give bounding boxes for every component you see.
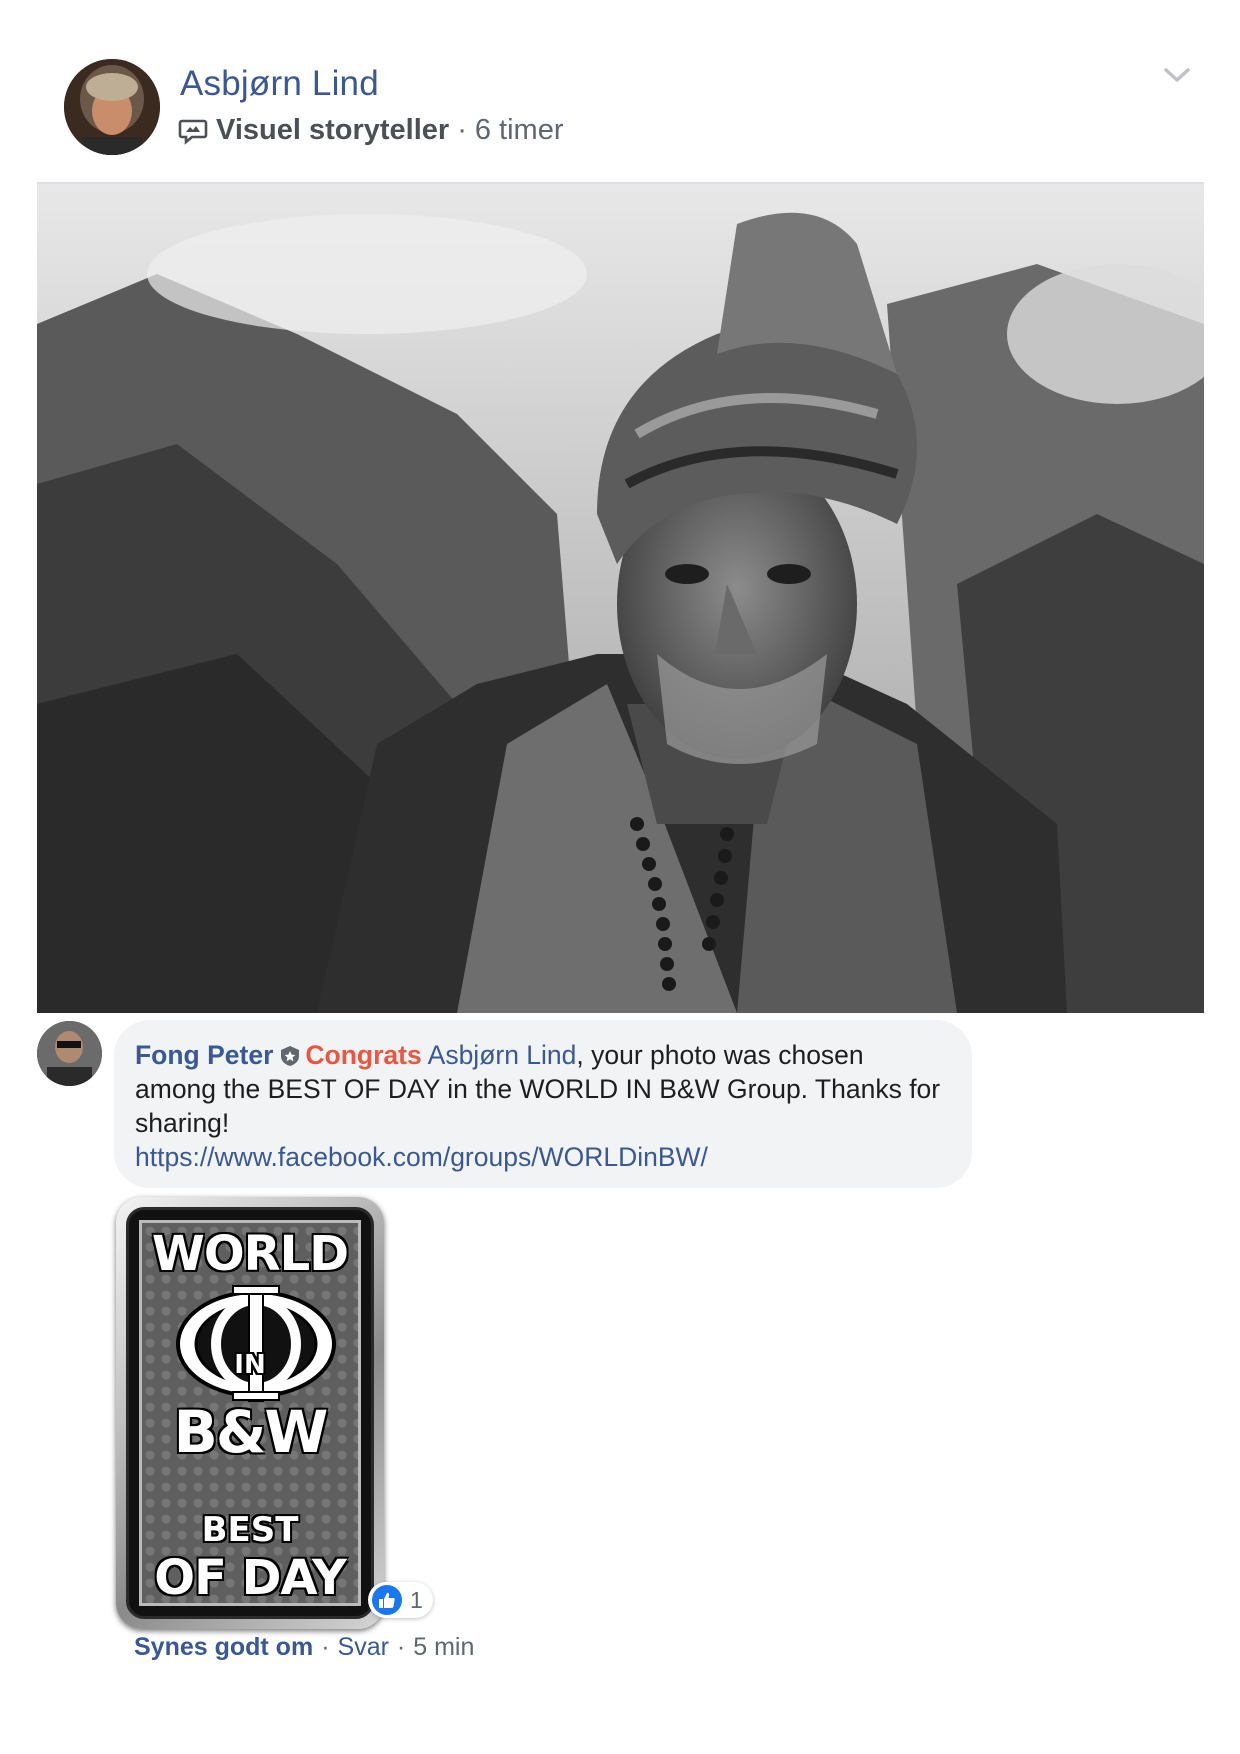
sticker-face: WORLD IN B&W BEST OF DAY [126, 1207, 374, 1619]
commenter-avatar[interactable] [37, 1021, 102, 1086]
actions-separator-2: · [396, 1633, 406, 1661]
reaction-summary[interactable]: 1 [368, 1582, 433, 1618]
actions-separator-1: · [321, 1633, 330, 1661]
speech-bubble-icon [178, 116, 208, 146]
author-avatar[interactable] [64, 59, 160, 155]
like-comment-link[interactable]: Synes godt om [134, 1633, 313, 1662]
best-of-day-sticker[interactable]: WORLD IN B&W BEST OF DAY [116, 1197, 384, 1629]
comment-timestamp[interactable]: 5 min [413, 1633, 474, 1662]
thumbs-up-icon [372, 1585, 402, 1615]
comment-bubble: Fong Peter Congrats Asbjørn Lind, your ph… [114, 1020, 972, 1188]
comment-mention[interactable]: Asbjørn Lind [428, 1040, 577, 1070]
sticker-line-in: IN [234, 1350, 266, 1380]
chevron-down-icon[interactable] [1160, 60, 1194, 90]
author-role[interactable]: Visuel storyteller [216, 114, 449, 147]
comment-actions: Synes godt om · Svar · 5 min [134, 1633, 474, 1662]
reply-link[interactable]: Svar [338, 1633, 389, 1662]
post-author-name[interactable]: Asbjørn Lind [180, 64, 379, 104]
sticker-line-bw: B&W [173, 1398, 329, 1466]
commenter-name[interactable]: Fong Peter [135, 1040, 273, 1070]
reaction-count: 1 [410, 1586, 423, 1613]
post-timestamp[interactable]: 6 timer [475, 114, 564, 147]
comment-link[interactable]: https://www.facebook.com/groups/WORLDinB… [135, 1140, 950, 1174]
shield-star-icon [279, 1041, 301, 1066]
sticker-line-of-day: OF DAY [154, 1550, 346, 1606]
sticker-line-world: WORLD [151, 1226, 349, 1282]
post-photo[interactable] [37, 182, 1204, 1013]
meta-separator: · [457, 114, 467, 146]
sticker-line-best: BEST [201, 1510, 299, 1550]
post-meta: Visuel storyteller · 6 timer [178, 114, 564, 147]
comment-highlight: Congrats [305, 1040, 422, 1070]
phi-emblem-icon [176, 1285, 336, 1402]
